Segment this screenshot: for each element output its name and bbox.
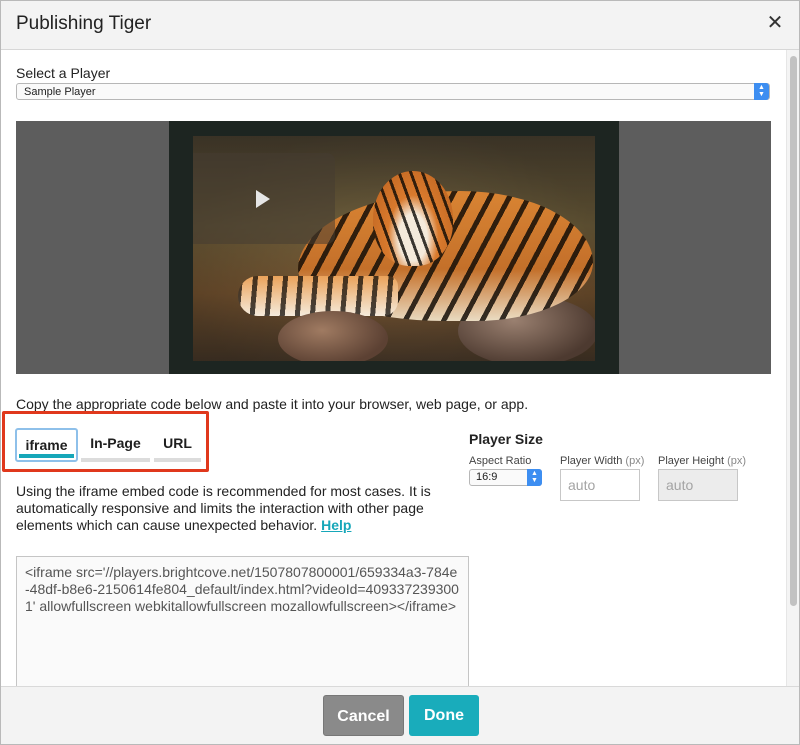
tab-underline [19, 454, 74, 458]
aspect-ratio-label: Aspect Ratio [469, 455, 532, 467]
tab-label: In-Page [90, 435, 141, 451]
play-button[interactable] [193, 153, 335, 244]
scrollbar-thumb[interactable] [790, 56, 797, 606]
tab-iframe[interactable]: iframe [15, 428, 78, 462]
tab-in-page[interactable]: In-Page [81, 428, 150, 462]
tiger-head-shape [373, 171, 453, 266]
player-height-input[interactable]: auto [658, 469, 738, 501]
aspect-ratio-value: 16:9 [476, 471, 498, 483]
tab-label: iframe [25, 437, 68, 453]
embed-code-textarea[interactable]: <iframe src='//players.brightcove.net/15… [16, 556, 469, 687]
cancel-button[interactable]: Cancel [323, 695, 404, 736]
dialog-scrollbar[interactable] [786, 50, 799, 687]
select-arrows-icon: ▲ ▼ [754, 83, 769, 100]
player-width-label-text: Player Width [560, 455, 623, 467]
dialog-body: Select a Player Sample Player ▲ ▼ Copy th [1, 50, 799, 687]
help-link[interactable]: Help [321, 517, 351, 533]
aspect-ratio-select[interactable]: 16:9 ▲ ▼ [469, 469, 542, 486]
video-thumbnail [193, 136, 595, 361]
player-select-label: Select a Player [16, 65, 111, 81]
publishing-dialog: Publishing Tiger ✕ Select a Player Sampl… [0, 0, 800, 745]
tab-underline [154, 458, 201, 462]
player-width-label: Player Width (px) [560, 455, 644, 467]
close-icon[interactable]: ✕ [765, 11, 785, 35]
player-height-label: Player Height (px) [658, 455, 746, 467]
tab-underline [81, 458, 150, 462]
rock-shape [278, 311, 388, 361]
player-height-value: auto [666, 477, 694, 493]
select-arrows-icon: ▲ ▼ [527, 469, 542, 486]
player-width-value: auto [568, 477, 596, 493]
player-height-unit: (px) [727, 455, 747, 467]
dialog-footer: Cancel Done [1, 686, 799, 744]
player-width-unit: (px) [625, 455, 645, 467]
player-height-label-text: Player Height [658, 455, 725, 467]
done-button[interactable]: Done [409, 695, 479, 736]
dialog-title: Publishing Tiger [16, 13, 152, 34]
video-preview [16, 121, 771, 374]
video-player[interactable] [169, 121, 619, 374]
tab-url[interactable]: URL [154, 428, 201, 462]
dialog-titlebar: Publishing Tiger ✕ [1, 1, 799, 50]
tiger-leg-shape [238, 276, 398, 316]
play-icon [256, 190, 270, 208]
embed-description: Using the iframe embed code is recommend… [16, 483, 456, 534]
instructions-text: Copy the appropriate code below and past… [16, 396, 529, 412]
player-width-input[interactable]: auto [560, 469, 640, 501]
tab-label: URL [163, 435, 192, 451]
player-select-value: Sample Player [24, 86, 96, 98]
description-text: Using the iframe embed code is recommend… [16, 483, 431, 533]
player-size-title: Player Size [469, 431, 543, 447]
player-select[interactable]: Sample Player ▲ ▼ [16, 83, 770, 100]
